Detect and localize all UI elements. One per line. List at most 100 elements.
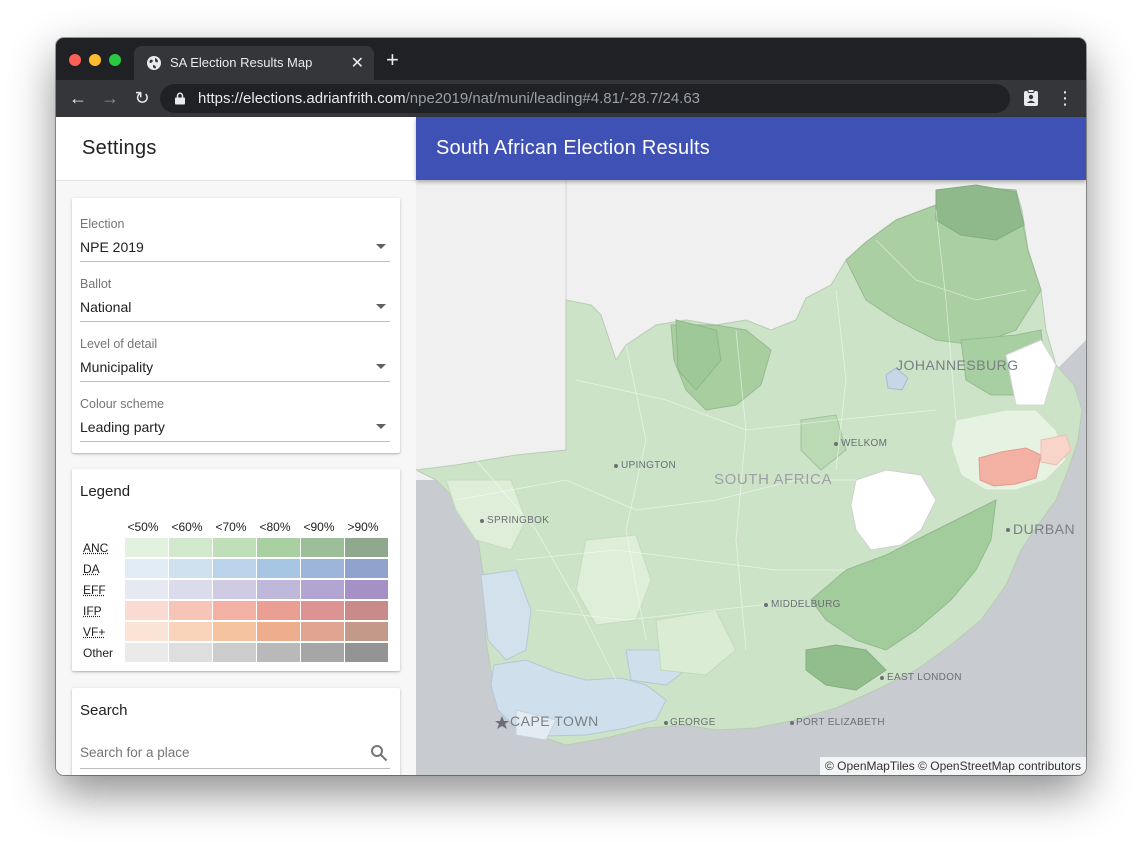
- legend-swatch: [125, 622, 168, 641]
- map-attribution[interactable]: © OpenMapTiles © OpenStreetMap contribut…: [819, 757, 1086, 775]
- legend-swatch: [301, 601, 344, 620]
- legend-swatch: [345, 601, 388, 620]
- search-card: Search Search for a place: [72, 688, 400, 775]
- legend-swatch: [345, 622, 388, 641]
- sidebar-header: Settings: [56, 117, 416, 181]
- legend-row-label-anc: ANC: [83, 541, 109, 555]
- new-tab-button[interactable]: +: [386, 49, 399, 71]
- legend-swatch: [125, 538, 168, 557]
- dropdown-arrow-icon: [376, 304, 386, 309]
- legend-column-header: <70%: [215, 520, 247, 534]
- legend-column-header: <50%: [127, 520, 159, 534]
- extension-icon[interactable]: [1022, 89, 1040, 107]
- level-of-detail-select[interactable]: Level of detail Municipality: [80, 337, 390, 397]
- close-window-button[interactable]: [69, 54, 81, 66]
- legend-swatch: [169, 643, 212, 662]
- election-map[interactable]: JOHANNESBURG UPINGTON WELKOM SOUTH AFRIC…: [416, 180, 1086, 775]
- lock-icon: [175, 92, 185, 105]
- legend-swatch: [301, 559, 344, 578]
- legend-swatch: [169, 622, 212, 641]
- browser-window: SA Election Results Map ✕ + ← → ↻ https:…: [56, 38, 1086, 775]
- legend-row-label-other: Other: [83, 646, 114, 660]
- legend-title: Legend: [80, 483, 131, 500]
- map-label-durban: DURBAN: [1013, 521, 1076, 537]
- search-input[interactable]: Search for a place: [80, 745, 190, 760]
- back-arrow-icon[interactable]: ←: [68, 88, 88, 108]
- field-value: Leading party: [80, 419, 165, 435]
- field-label: Ballot: [80, 277, 112, 291]
- legend-swatch: [257, 643, 300, 662]
- legend-swatch: [169, 580, 212, 599]
- legend-column-header: <60%: [171, 520, 203, 534]
- legend-swatch: [125, 643, 168, 662]
- legend-swatch: [345, 643, 388, 662]
- legend-column-header: <90%: [303, 520, 335, 534]
- legend-swatch: [257, 538, 300, 557]
- ballot-select[interactable]: Ballot National: [80, 277, 390, 337]
- map-label-springbok: SPRINGBOK: [487, 515, 550, 526]
- app-title: South African Election Results: [436, 137, 710, 159]
- field-label: Level of detail: [80, 337, 158, 351]
- field-value: National: [80, 299, 132, 315]
- legend-swatch: [345, 580, 388, 599]
- legend-swatch: [213, 580, 256, 599]
- map-label-welkom: WELKOM: [841, 438, 888, 449]
- map-label-johannesburg: JOHANNESBURG: [896, 357, 1019, 373]
- search-title: Search: [80, 702, 128, 719]
- map-label-east-london: EAST LONDON: [887, 672, 962, 683]
- field-label: Colour scheme: [80, 397, 165, 411]
- legend-row-label-vf: VF+: [83, 625, 106, 639]
- colour-scheme-select[interactable]: Colour scheme Leading party: [80, 397, 390, 457]
- legend-row-label-da: DA: [83, 562, 100, 576]
- globe-icon: [147, 56, 161, 70]
- settings-card: Election NPE 2019 Ballot National Level …: [72, 198, 400, 453]
- legend-swatch: [345, 559, 388, 578]
- legend-swatch: [257, 559, 300, 578]
- legend-swatch: [257, 622, 300, 641]
- map-label-upington: UPINGTON: [621, 460, 676, 471]
- legend-swatch: [169, 538, 212, 557]
- legend-swatch: [213, 643, 256, 662]
- kebab-menu-icon[interactable]: ⋮: [1056, 88, 1074, 108]
- legend-swatch: [125, 601, 168, 620]
- legend-swatch: [301, 622, 344, 641]
- legend-swatch: [301, 580, 344, 599]
- legend-swatch: [169, 559, 212, 578]
- legend-swatch: [301, 643, 344, 662]
- url-host: https://elections.adrianfrith.com: [198, 90, 406, 107]
- legend-row-label-eff: EFF: [83, 583, 106, 597]
- map-label-south-africa: SOUTH AFRICA: [714, 471, 833, 488]
- map-label-cape-town: CAPE TOWN: [510, 713, 599, 729]
- legend-column-header: >90%: [347, 520, 379, 534]
- legend-swatch: [213, 601, 256, 620]
- map-label-middelburg: MIDDELBURG: [771, 599, 841, 610]
- dropdown-arrow-icon: [376, 364, 386, 369]
- field-value: NPE 2019: [80, 239, 144, 255]
- close-tab-icon[interactable]: ✕: [351, 53, 364, 73]
- legend-swatch: [301, 538, 344, 557]
- settings-sidebar: Settings Election NPE 2019 Ballot Nation…: [56, 117, 416, 775]
- dropdown-arrow-icon: [376, 244, 386, 249]
- legend-swatch: [213, 622, 256, 641]
- legend-swatch: [213, 538, 256, 557]
- url-text: https://elections.adrianfrith.com/npe201…: [198, 90, 700, 107]
- legend-swatch: [257, 580, 300, 599]
- legend-swatch: [213, 559, 256, 578]
- legend-swatch: [125, 559, 168, 578]
- legend-swatch: [345, 538, 388, 557]
- dropdown-arrow-icon: [376, 424, 386, 429]
- browser-toolbar: ← → ↻ https://elections.adrianfrith.com/…: [56, 80, 1086, 117]
- forward-arrow-icon[interactable]: →: [100, 88, 120, 108]
- map-label-george: GEORGE: [670, 717, 716, 728]
- search-icon[interactable]: [370, 744, 388, 762]
- map-label-port-elizabeth: PORT ELIZABETH: [796, 717, 885, 728]
- browser-tab[interactable]: SA Election Results Map ✕: [134, 46, 374, 80]
- address-bar[interactable]: https://elections.adrianfrith.com/npe201…: [160, 84, 1010, 113]
- legend-card: Legend <50% <60% <70% <80% <90% >90% ANC…: [72, 469, 400, 671]
- field-value: Municipality: [80, 359, 154, 375]
- maximize-window-button[interactable]: [109, 54, 121, 66]
- app-header: South African Election Results: [416, 117, 1086, 180]
- election-select[interactable]: Election NPE 2019: [80, 217, 390, 277]
- reload-icon[interactable]: ↻: [132, 88, 152, 108]
- minimize-window-button[interactable]: [89, 54, 101, 66]
